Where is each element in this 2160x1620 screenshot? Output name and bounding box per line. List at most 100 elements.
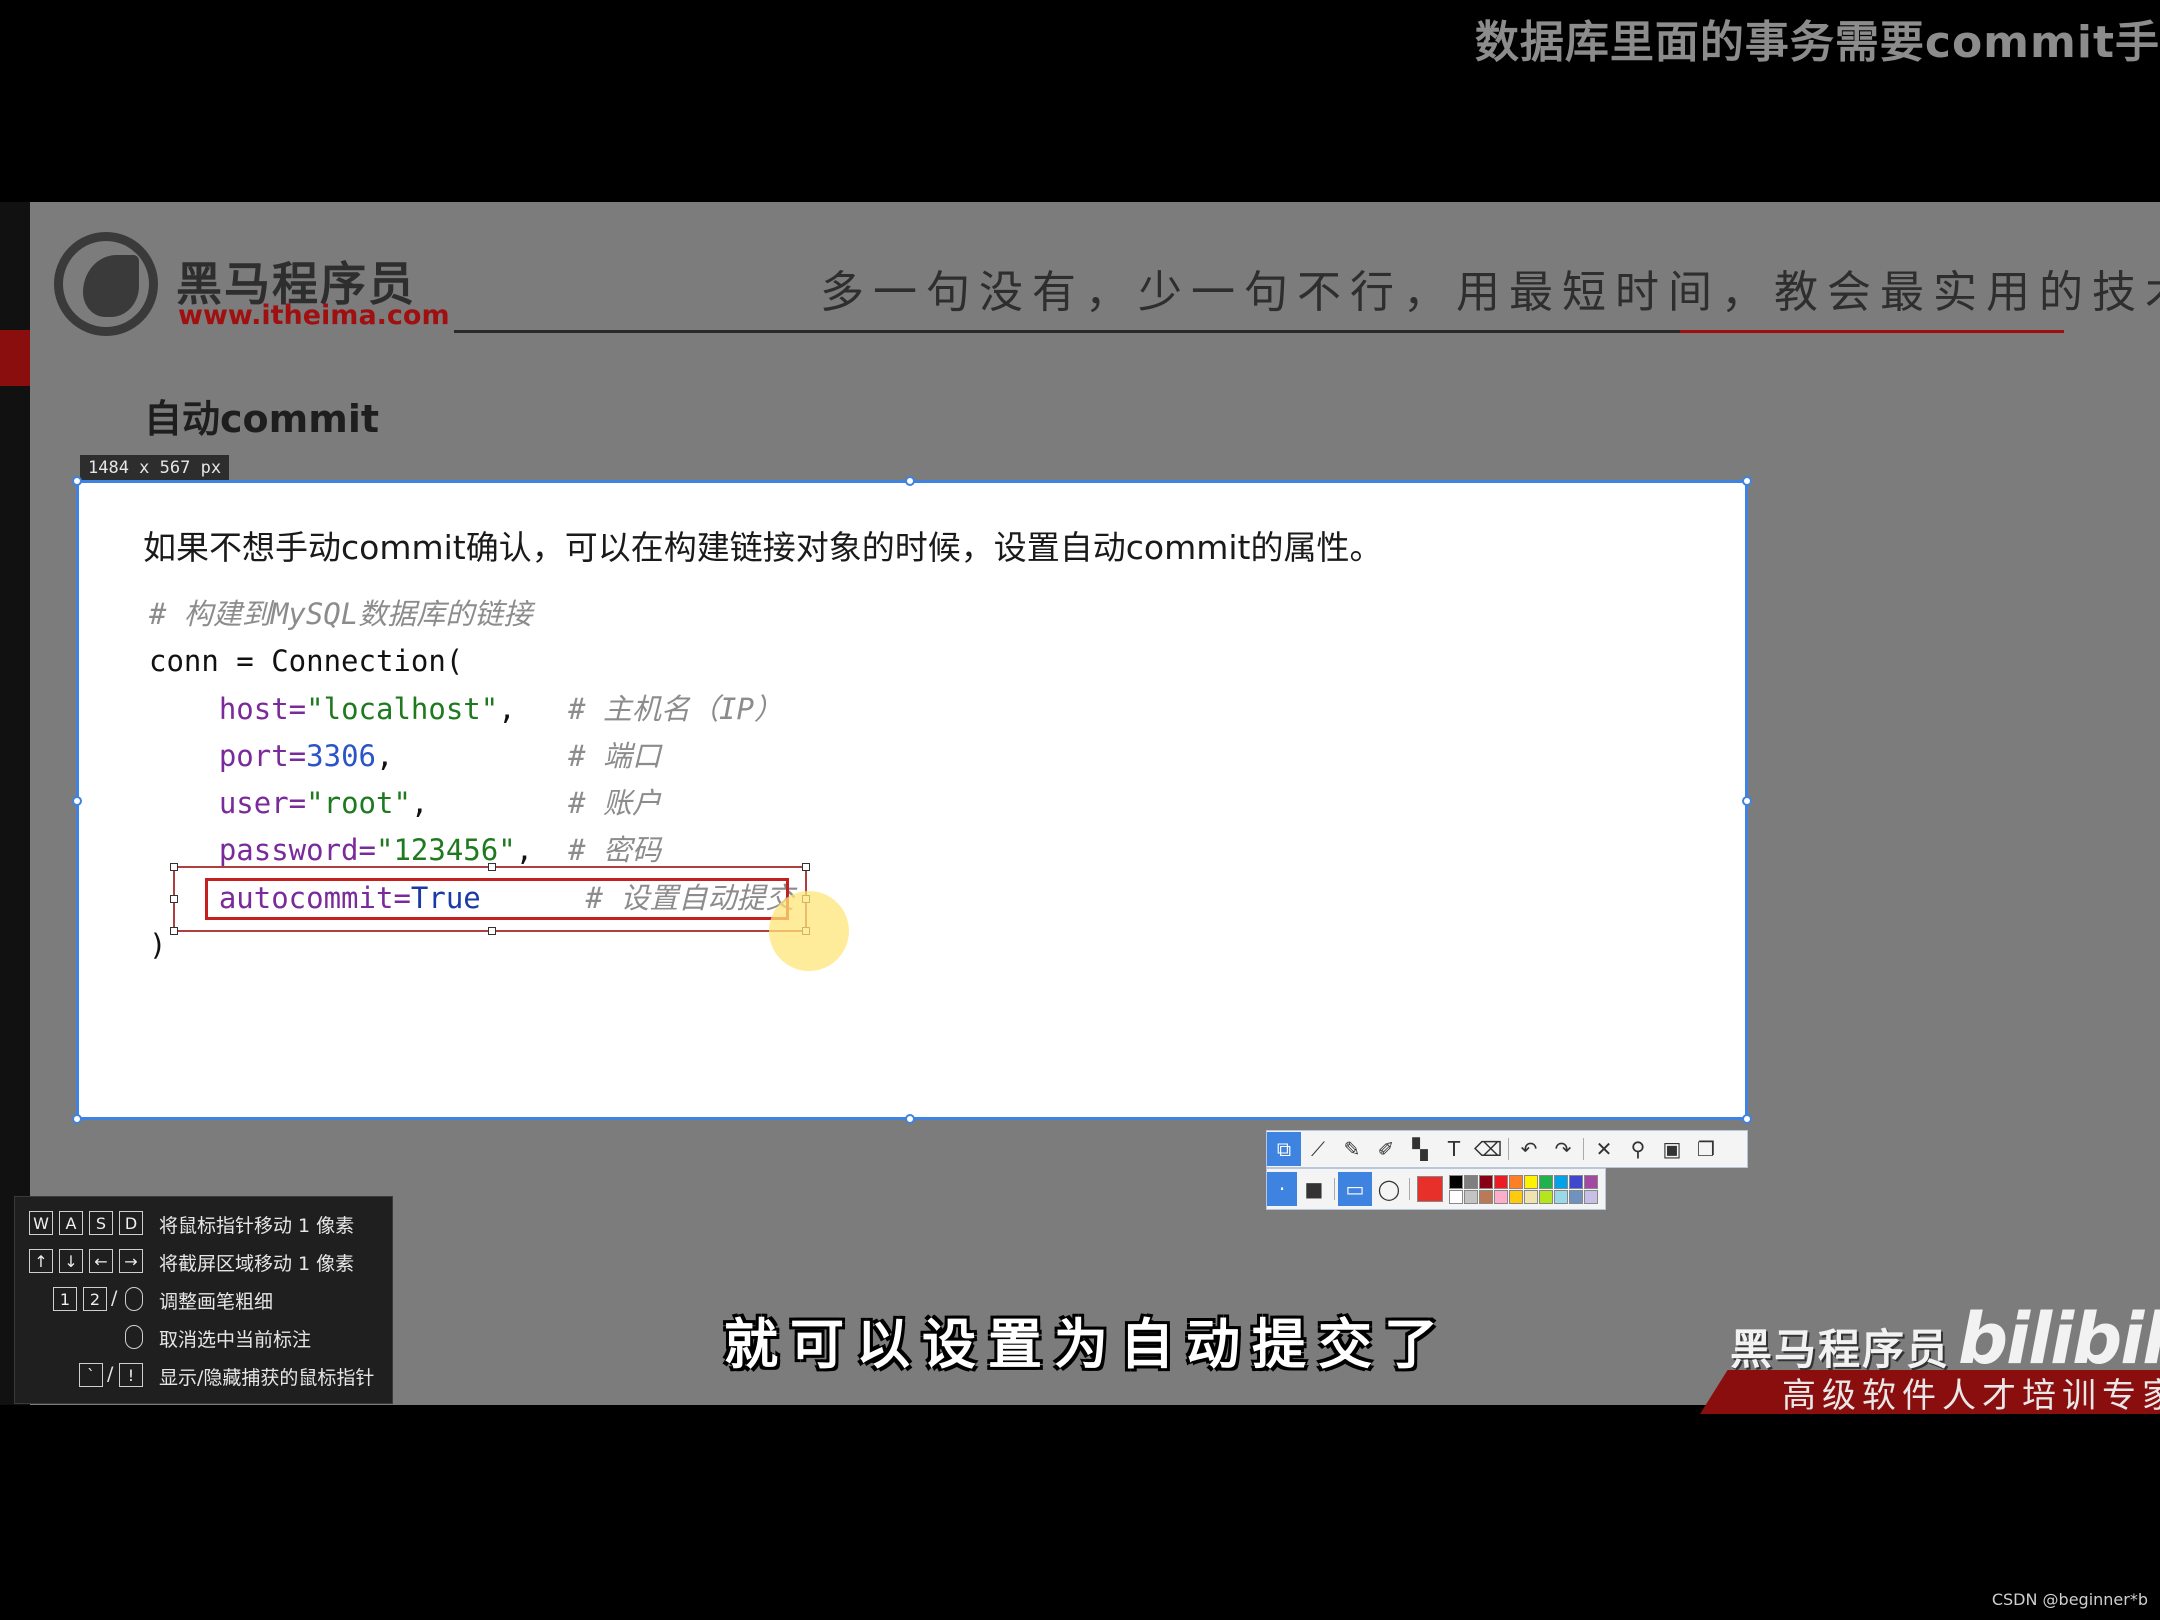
redo-icon[interactable]: ↷ [1546, 1132, 1580, 1166]
annotation-handle[interactable] [488, 863, 496, 871]
palette-swatch[interactable] [1554, 1174, 1568, 1189]
ellipse-icon[interactable]: ◯ [1372, 1172, 1406, 1206]
annotation-handle[interactable] [488, 927, 496, 935]
code-user-comment: # 账户 [568, 786, 661, 821]
key-1: 1 [53, 1287, 77, 1311]
code-port-key: port= [218, 738, 307, 773]
resize-handle-bottom[interactable] [905, 1114, 915, 1124]
palette-swatch[interactable] [1584, 1189, 1598, 1204]
key-right: → [119, 1249, 143, 1273]
code-host-value: "localhost" [306, 691, 499, 726]
shortcut-help-panel: W A S D 将鼠标指针移动 1 像素 ↑ ↓ ← → 将截屏区域移动 1 像… [14, 1196, 393, 1404]
palette-swatch[interactable] [1464, 1189, 1478, 1204]
palette-swatch[interactable] [1464, 1174, 1478, 1189]
annotation-handle[interactable] [170, 927, 178, 935]
mouse-click-icon [125, 1325, 143, 1349]
dot-size-icon[interactable]: · [1267, 1172, 1297, 1206]
palette-swatch[interactable] [1569, 1174, 1583, 1189]
resize-handle-top-left[interactable] [72, 476, 82, 486]
highlighter-icon[interactable]: ✐ [1369, 1132, 1403, 1166]
annotation-red-rect[interactable] [205, 878, 789, 920]
palette-swatch[interactable] [1569, 1189, 1583, 1204]
palette-swatch[interactable] [1554, 1189, 1568, 1204]
current-color-swatch[interactable] [1417, 1176, 1443, 1202]
pin-icon[interactable]: ⚲ [1621, 1132, 1655, 1166]
key-d: D [119, 1211, 143, 1235]
annotation-toolbar: ⧉ ⟋ ✎ ✐ ▚ T ⌫ ↶ ↷ ✕ ⚲ ▣ ❐ · ■ ▭ ◯ [1266, 1130, 1748, 1212]
slide-title: 自动commit [144, 397, 380, 441]
close-icon[interactable]: ✕ [1587, 1132, 1621, 1166]
key-s: S [89, 1211, 113, 1235]
help-row-toggle-cursor: ` / ! 显示/隐藏捕获的鼠标指针 [15, 1357, 392, 1395]
color-palette [1449, 1174, 1598, 1204]
help-text: 调整画笔粗细 [159, 1291, 274, 1313]
code-password-key: password= [218, 833, 376, 868]
palette-swatch[interactable] [1479, 1189, 1493, 1204]
text-icon[interactable]: T [1437, 1132, 1471, 1166]
code-host-key: host= [218, 691, 307, 726]
help-row-deselect: 取消选中当前标注 [15, 1319, 392, 1357]
screenshot-selection[interactable]: 如果不想手动commit确认，可以在构建链接对象的时候，设置自动commit的属… [72, 476, 1752, 1124]
palette-swatch[interactable] [1494, 1189, 1508, 1204]
palette-swatch[interactable] [1539, 1189, 1553, 1204]
cursor-highlight [769, 891, 849, 971]
itheima-logo-icon [54, 232, 158, 336]
slogan-rule-accent [1680, 330, 2064, 333]
palette-swatch[interactable] [1524, 1189, 1538, 1204]
help-text: 将鼠标指针移动 1 像素 [159, 1215, 355, 1237]
palette-swatch[interactable] [1449, 1174, 1463, 1189]
key-down: ↓ [59, 1249, 83, 1273]
intro-text: 如果不想手动commit确认，可以在构建链接对象的时候，设置自动commit的属… [143, 528, 1383, 567]
palette-swatch[interactable] [1494, 1174, 1508, 1189]
help-row-move-pointer: W A S D 将鼠标指针移动 1 像素 [15, 1205, 392, 1243]
code-port-value: 3306 [306, 738, 376, 773]
code-close-paren: ) [149, 928, 167, 963]
undo-icon[interactable]: ↶ [1512, 1132, 1546, 1166]
polyline-icon[interactable]: ⟋ [1301, 1132, 1335, 1166]
palette-swatch[interactable] [1509, 1189, 1523, 1204]
copy-icon[interactable]: ❐ [1689, 1132, 1723, 1166]
eraser-icon[interactable]: ⌫ [1471, 1132, 1505, 1166]
key-2: 2 [83, 1287, 107, 1311]
palette-swatch[interactable] [1584, 1174, 1598, 1189]
annotation-handle[interactable] [802, 863, 810, 871]
filled-rect-icon[interactable]: ■ [1297, 1172, 1331, 1206]
select-icon[interactable]: ⧉ [1267, 1132, 1301, 1166]
palette-swatch[interactable] [1509, 1174, 1523, 1189]
resize-handle-top[interactable] [905, 476, 915, 486]
key-exclaim: ! [119, 1363, 143, 1387]
palette-swatch[interactable] [1539, 1174, 1553, 1189]
video-top-caption: 数据库里面的事务需要commit手 [1474, 17, 2160, 68]
help-row-pen-size: 1 2 / 调整画笔粗细 [15, 1281, 392, 1319]
resize-handle-top-right[interactable] [1742, 476, 1752, 486]
key-a: A [59, 1211, 83, 1235]
palette-swatch[interactable] [1479, 1174, 1493, 1189]
logo-url: www.itheima.com [178, 300, 450, 331]
help-text: 取消选中当前标注 [159, 1329, 312, 1351]
toolbar-style-row: · ■ ▭ ◯ [1266, 1168, 1606, 1210]
pen-icon[interactable]: ✎ [1335, 1132, 1369, 1166]
slide-slogan: 多一句没有，少一句不行，用最短时间，教会最实用的技术！ [820, 267, 2160, 318]
help-row-move-region: ↑ ↓ ← → 将截屏区域移动 1 像素 [15, 1243, 392, 1281]
resize-handle-bottom-right[interactable] [1742, 1114, 1752, 1124]
resize-handle-right[interactable] [1742, 796, 1752, 806]
annotation-handle[interactable] [170, 895, 178, 903]
key-backtick: ` [79, 1363, 103, 1387]
mosaic-icon[interactable]: ▚ [1403, 1132, 1437, 1166]
video-subtitle: 就可以设置为自动提交了 [724, 1313, 1450, 1376]
code-user-value: "root" [306, 786, 411, 821]
toolbar-tools-row: ⧉ ⟋ ✎ ✐ ▚ T ⌫ ↶ ↷ ✕ ⚲ ▣ ❐ [1266, 1130, 1748, 1168]
brand-slogan: 高级软件人才培训专家 [1782, 1376, 2160, 1416]
csdn-watermark: CSDN @beginner*b [1991, 1590, 2148, 1609]
palette-swatch[interactable] [1449, 1189, 1463, 1204]
slogan-rule [454, 330, 1684, 333]
resize-handle-bottom-left[interactable] [72, 1114, 82, 1124]
palette-swatch[interactable] [1524, 1174, 1538, 1189]
code-user-key: user= [218, 786, 307, 821]
annotation-handle[interactable] [170, 863, 178, 871]
rect-icon[interactable]: ▭ [1338, 1172, 1372, 1206]
mouse-wheel-icon [125, 1287, 143, 1311]
save-icon[interactable]: ▣ [1655, 1132, 1689, 1166]
key-w: W [29, 1211, 53, 1235]
resize-handle-left[interactable] [72, 796, 82, 806]
